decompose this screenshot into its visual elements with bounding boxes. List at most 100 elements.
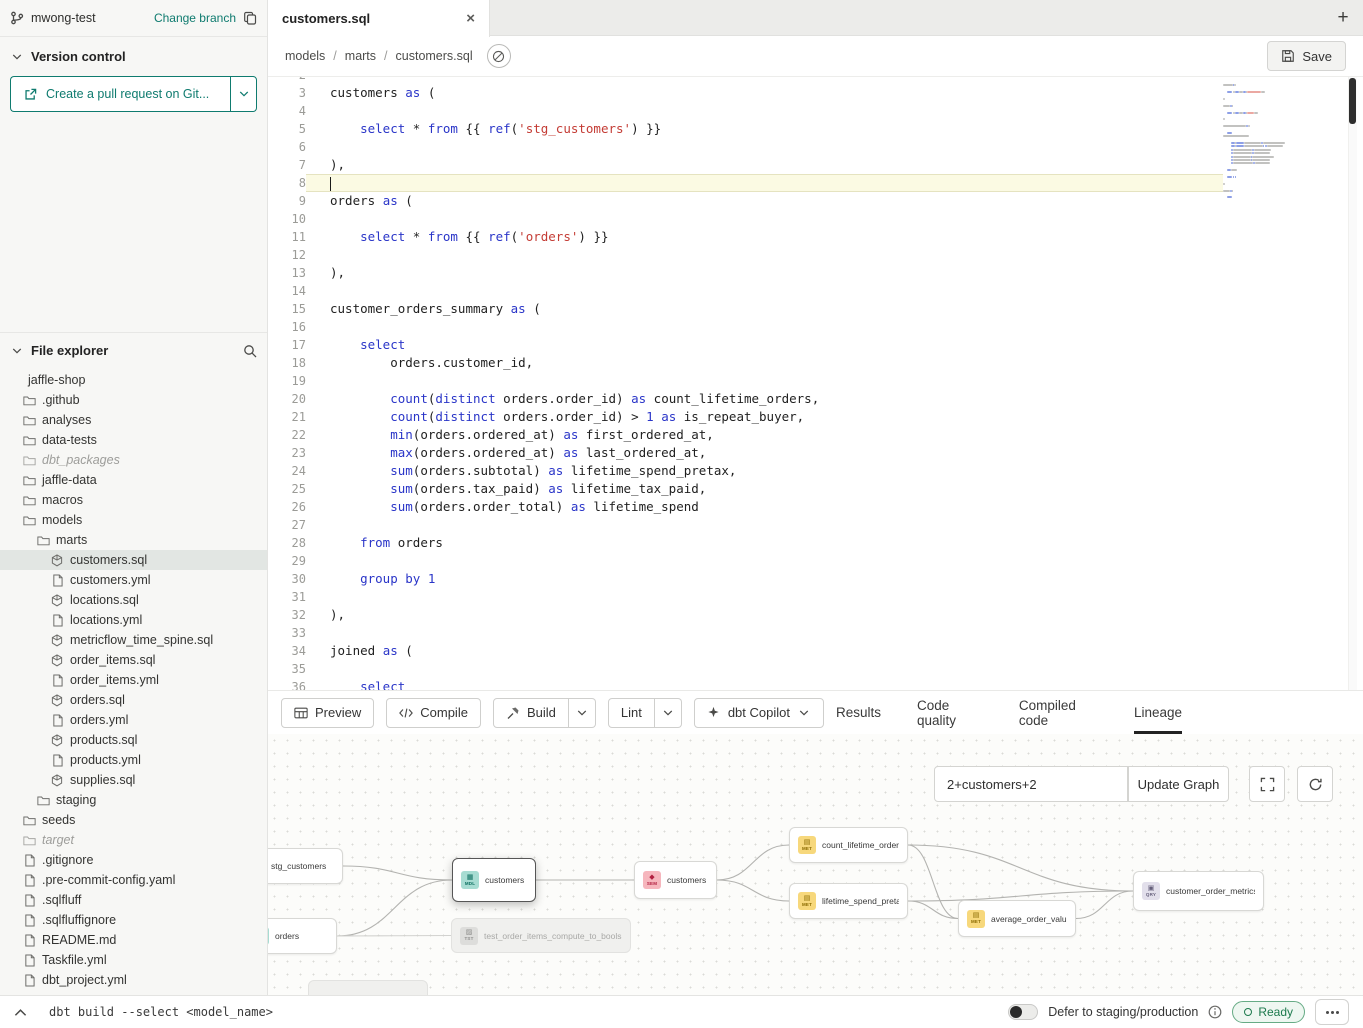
- refresh-icon[interactable]: [1297, 766, 1333, 802]
- tree-item-staging[interactable]: staging: [0, 790, 267, 810]
- change-branch-link[interactable]: Change branch: [154, 11, 236, 25]
- code-line-5[interactable]: 5 select * from {{ ref('stg_customers') …: [268, 120, 1363, 138]
- tree-item-target[interactable]: target: [0, 830, 267, 850]
- code-line-22[interactable]: 22 min(orders.ordered_at) as first_order…: [268, 426, 1363, 444]
- code-line-33[interactable]: 33: [268, 624, 1363, 642]
- update-graph-button[interactable]: Update Graph: [1128, 766, 1229, 802]
- tree-item-customers-sql[interactable]: customers.sql: [0, 550, 267, 570]
- breadcrumb-file[interactable]: customers.sql: [396, 49, 473, 63]
- slash-circle-icon[interactable]: [487, 44, 511, 68]
- code-line-6[interactable]: 6: [268, 138, 1363, 156]
- tree-item-locations-sql[interactable]: locations.sql: [0, 590, 267, 610]
- code-line-28[interactable]: 28 from orders: [268, 534, 1363, 552]
- lineage-node-customers_sem[interactable]: ◆SEMcustomers: [634, 861, 717, 899]
- code-editor[interactable]: 23customers as (45 select * from {{ ref(…: [268, 77, 1363, 690]
- tree-item-jaffle-shop[interactable]: jaffle-shop: [0, 370, 267, 390]
- new-tab-button[interactable]: +: [1323, 0, 1363, 35]
- chevron-up-icon[interactable]: [14, 1008, 27, 1017]
- tree-item-macros[interactable]: macros: [0, 490, 267, 510]
- save-button[interactable]: Save: [1267, 41, 1346, 71]
- lineage-node-test_order_items[interactable]: ▨TSTtest_order_items_compute_to_bools...: [451, 918, 631, 953]
- code-line-25[interactable]: 25 sum(orders.tax_paid) as lifetime_tax_…: [268, 480, 1363, 498]
- tab-customers-sql[interactable]: customers.sql ×: [268, 0, 490, 37]
- fullscreen-icon[interactable]: [1249, 766, 1285, 802]
- tab-code-quality[interactable]: Code quality: [917, 691, 983, 734]
- chevron-down-icon[interactable]: [10, 50, 24, 64]
- tree-item-jaffle-data[interactable]: jaffle-data: [0, 470, 267, 490]
- tree-item-analyses[interactable]: analyses: [0, 410, 267, 430]
- tab-lineage[interactable]: Lineage: [1134, 691, 1182, 734]
- code-line-9[interactable]: 9orders as (: [268, 192, 1363, 210]
- lineage-node-average_order_value[interactable]: ▤METaverage_order_value: [958, 900, 1076, 937]
- build-button[interactable]: Build: [493, 698, 569, 728]
- tab-compiled-code[interactable]: Compiled code: [1019, 691, 1098, 734]
- breadcrumb-models[interactable]: models: [285, 49, 325, 63]
- code-line-10[interactable]: 10: [268, 210, 1363, 228]
- code-line-11[interactable]: 11 select * from {{ ref('orders') }}: [268, 228, 1363, 246]
- code-line-20[interactable]: 20 count(distinct orders.order_id) as co…: [268, 390, 1363, 408]
- tree-item-metricflow-time-spine-sql[interactable]: metricflow_time_spine.sql: [0, 630, 267, 650]
- tree-item-dbt-packages[interactable]: dbt_packages: [0, 450, 267, 470]
- code-line-36[interactable]: 36 select: [268, 678, 1363, 690]
- tree-item-readme-md[interactable]: README.md: [0, 930, 267, 950]
- defer-toggle[interactable]: [1008, 1004, 1038, 1020]
- tree-item--sqlfluffignore[interactable]: .sqlfluffignore: [0, 910, 267, 930]
- code-line-14[interactable]: 14: [268, 282, 1363, 300]
- lineage-node-count_lifetime_orders[interactable]: ▤METcount_lifetime_orders: [789, 827, 908, 863]
- editor-scrollbar[interactable]: [1348, 77, 1357, 690]
- tree-item-customers-yml[interactable]: customers.yml: [0, 570, 267, 590]
- lineage-selector-input[interactable]: [934, 766, 1128, 802]
- code-line-3[interactable]: 3customers as (: [268, 84, 1363, 102]
- lineage-node-orders[interactable]: ▦MDLorders: [268, 918, 337, 954]
- code-line-15[interactable]: 15customer_orders_summary as (: [268, 300, 1363, 318]
- tree-item-data-tests[interactable]: data-tests: [0, 430, 267, 450]
- code-line-16[interactable]: 16: [268, 318, 1363, 336]
- code-line-8[interactable]: 8: [268, 174, 1363, 192]
- code-line-27[interactable]: 27: [268, 516, 1363, 534]
- tree-item-marts[interactable]: marts: [0, 530, 267, 550]
- lint-dropdown[interactable]: [655, 698, 682, 728]
- code-line-31[interactable]: 31: [268, 588, 1363, 606]
- code-line-35[interactable]: 35: [268, 660, 1363, 678]
- compile-button[interactable]: Compile: [386, 698, 481, 728]
- tree-item--github[interactable]: .github: [0, 390, 267, 410]
- minimap[interactable]: [1223, 81, 1307, 200]
- tree-item-order-items-sql[interactable]: order_items.sql: [0, 650, 267, 670]
- code-line-19[interactable]: 19: [268, 372, 1363, 390]
- code-line-32[interactable]: 32),: [268, 606, 1363, 624]
- code-line-30[interactable]: 30 group by 1: [268, 570, 1363, 588]
- lineage-node-stg_customers[interactable]: ▦MDLstg_customers: [268, 848, 343, 884]
- code-line-12[interactable]: 12: [268, 246, 1363, 264]
- tree-item--gitignore[interactable]: .gitignore: [0, 850, 267, 870]
- lineage-node-lifetime_spend_pretax[interactable]: ▤METlifetime_spend_pretax: [789, 883, 908, 919]
- code-line-7[interactable]: 7),: [268, 156, 1363, 174]
- tree-item-products-yml[interactable]: products.yml: [0, 750, 267, 770]
- tab-results[interactable]: Results: [836, 691, 881, 734]
- code-line-2[interactable]: 2: [268, 77, 1363, 84]
- lint-button[interactable]: Lint: [608, 698, 655, 728]
- tree-item-models[interactable]: models: [0, 510, 267, 530]
- code-line-24[interactable]: 24 sum(orders.subtotal) as lifetime_spen…: [268, 462, 1363, 480]
- code-line-26[interactable]: 26 sum(orders.order_total) as lifetime_s…: [268, 498, 1363, 516]
- create-pr-dropdown[interactable]: [230, 76, 257, 112]
- copy-icon[interactable]: [243, 11, 257, 25]
- info-icon[interactable]: [1208, 1005, 1222, 1019]
- overflow-menu-button[interactable]: [1315, 999, 1349, 1025]
- build-dropdown[interactable]: [569, 698, 596, 728]
- code-line-29[interactable]: 29: [268, 552, 1363, 570]
- close-icon[interactable]: ×: [466, 11, 475, 26]
- tree-item-dbt-project-yml[interactable]: dbt_project.yml: [0, 970, 267, 990]
- lineage-node-hidden_bottom[interactable]: [308, 980, 428, 995]
- tree-item-taskfile-yml[interactable]: Taskfile.yml: [0, 950, 267, 970]
- tree-item-seeds[interactable]: seeds: [0, 810, 267, 830]
- code-line-23[interactable]: 23 max(orders.ordered_at) as last_ordere…: [268, 444, 1363, 462]
- tree-item-locations-yml[interactable]: locations.yml: [0, 610, 267, 630]
- tree-item-orders-yml[interactable]: orders.yml: [0, 710, 267, 730]
- search-icon[interactable]: [243, 344, 257, 358]
- tree-item-supplies-sql[interactable]: supplies.sql: [0, 770, 267, 790]
- lineage-node-customer_order_metrics[interactable]: ▣QRYcustomer_order_metrics: [1133, 871, 1264, 911]
- scrollbar-thumb[interactable]: [1349, 78, 1356, 124]
- preview-button[interactable]: Preview: [281, 698, 374, 728]
- tree-item--pre-commit-config-yaml[interactable]: .pre-commit-config.yaml: [0, 870, 267, 890]
- create-pr-button[interactable]: Create a pull request on Git...: [10, 76, 230, 112]
